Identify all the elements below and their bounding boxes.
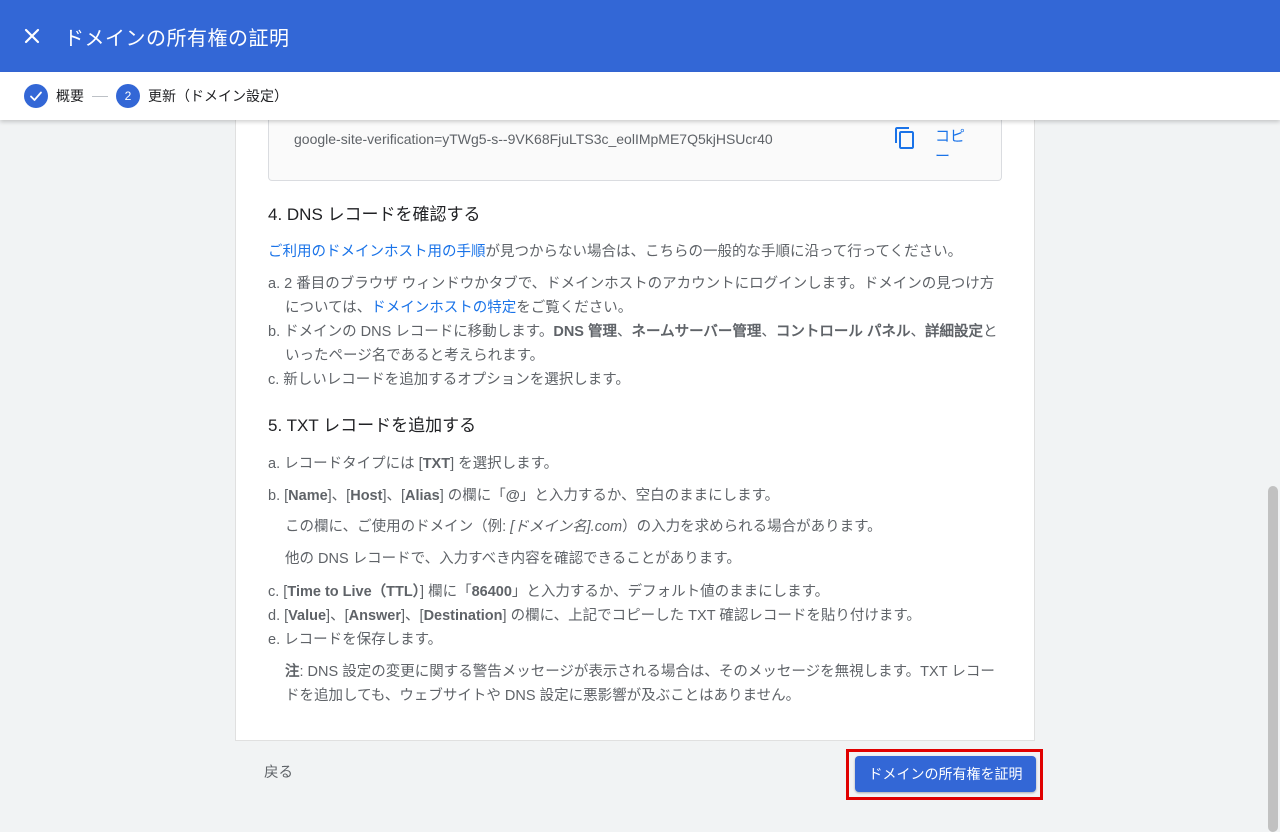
step-text: 」と入力するか、空白のままにします。 [519,488,780,504]
section-5-step-e: e. レコードを保存します。 [268,632,443,648]
field-name: Host [350,488,383,504]
step-text: ]、[ [401,608,424,624]
section-5-heading: 5. TXT レコードを追加する [268,416,477,435]
step-text: をご覧ください。 [516,300,633,316]
field-name: Alias [405,488,440,504]
step-text: a. レコードタイプには [ [268,456,423,472]
verify-domain-button[interactable]: ドメインの所有権を証明 [855,756,1036,792]
section-4-step-b: b. ドメインの DNS レコードに移動します。DNS 管理、ネームサーバー管理… [268,320,1008,368]
page-name-nameserver: ネームサーバー管理 [631,324,762,340]
intro-text: が見つからない場合は、こちらの一般的な手順に沿って行ってください。 [485,244,963,260]
step-text: ] の欄に、上記でコピーした TXT 確認レコードを貼り付けます。 [502,608,921,624]
step-text: 」と入力するか、デフォルト値のままにします。 [511,584,830,600]
separator: 、 [761,324,776,340]
separator: 、 [617,324,632,340]
field-name: Destination [423,608,503,624]
verification-record-box: google-site-verification=yTWg5-s--9VK68F… [268,120,1002,181]
step-label: 更新（ドメイン設定） [148,88,288,104]
field-value: @ [505,488,520,504]
field-name: Time to Live（TTL） [287,584,421,600]
section-4-heading: 4. DNS レコードを確認する [268,205,481,224]
step-text: c. [ [268,584,288,600]
section-5-step-d: d. [Value]、[Answer]、[Destination] の欄に、上記… [268,604,1008,628]
step-update[interactable]: 2 更新（ドメイン設定） [116,84,288,108]
step-text: ] を選択します。 [450,456,559,472]
step-text: d. [ [268,608,289,624]
copy-button[interactable]: コピー [935,127,965,167]
copy-icon[interactable] [893,126,917,150]
section-5-step-a: a. レコードタイプには [TXT] を選択します。 [268,452,1008,476]
note-text: ）の入力を求められる場合があります。 [622,519,882,535]
scrollbar-thumb[interactable] [1268,486,1278,832]
close-button[interactable] [0,0,64,72]
section-5-step-b-note-2: 他の DNS レコードで、入力すべき内容を確認できることがあります。 [285,551,741,567]
page-name-dns: DNS 管理 [553,324,617,340]
note-text: : DNS 設定の変更に関する警告メッセージが表示される場合は、そのメッセージを… [285,664,995,704]
step-number: 2 [116,84,140,108]
step-text: ]、[ [326,608,349,624]
step-text: ] 欄に「 [420,584,472,600]
field-name: Value [288,608,327,624]
step-text: ]、[ [327,488,351,504]
section-5-note: 注: DNS 設定の変更に関する警告メッセージが表示される場合は、そのメッセージ… [285,660,1008,708]
check-icon [24,84,48,108]
page-name-advanced: 詳細設定 [924,324,983,340]
step-text: b. [ [268,488,289,504]
content-scroll-area[interactable]: google-site-verification=yTWg5-s--9VK68F… [0,120,1280,832]
page-name-control-panel: コントロール パネル [775,324,911,340]
step-overview[interactable]: 概要 [24,84,84,108]
domain-host-instructions-link[interactable]: ご利用のドメインホスト用の手順 [268,244,486,260]
field-name: Name [288,488,328,504]
section-5-step-c: c. [Time to Live（TTL）] 欄に「86400」と入力するか、デ… [268,580,1008,604]
section-4-step-c: c. 新しいレコードを追加するオプションを選択します。 [268,372,630,388]
section-4-step-a: a. 2 番目のブラウザ ウィンドウかタブで、ドメインホストのアカウントにログイ… [268,272,1008,320]
verification-record-text: google-site-verification=yTWg5-s--9VK68F… [294,131,773,147]
section-4-intro: ご利用のドメインホスト用の手順が見つからない場合は、こちらの一般的な手順に沿って… [268,240,1008,264]
identify-domain-host-link[interactable]: ドメインホストの特定 [371,300,516,316]
record-type-value: TXT [422,456,451,472]
stepper: 概要 2 更新（ドメイン設定） [0,72,1280,120]
page-title: ドメインの所有権の証明 [64,27,290,50]
close-icon [24,28,40,44]
separator: 、 [910,324,925,340]
section-5-step-b: b. [Name]、[Host]、[Alias] の欄に「@」と入力するか、空白… [268,484,1008,508]
domain-example: [ドメイン名].com [510,519,623,535]
section-5-step-b-note-1: この欄に、ご使用のドメイン（例: [ドメイン名].com）の入力を求められる場合… [285,515,1008,539]
step-divider [92,95,108,97]
note-text: この欄に、ご使用のドメイン（例: [285,519,511,535]
step-label: 概要 [56,88,84,104]
field-value: 86400 [471,584,512,600]
instructions-card: google-site-verification=yTWg5-s--9VK68F… [235,120,1035,741]
back-button[interactable]: 戻る [264,761,293,782]
step-text: b. ドメインの DNS レコードに移動します。 [268,324,554,340]
note-label: 注 [285,664,300,680]
step-text: ]、[ [382,488,406,504]
step-text: ] の欄に「 [439,488,506,504]
field-name: Answer [348,608,401,624]
app-header: ドメインの所有権の証明 [0,0,1280,72]
